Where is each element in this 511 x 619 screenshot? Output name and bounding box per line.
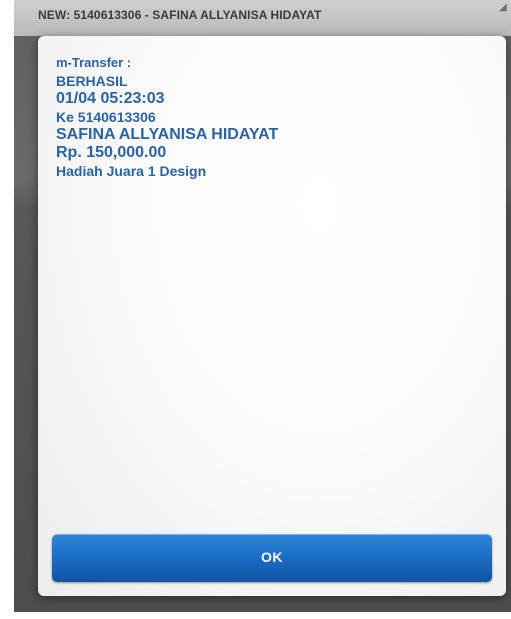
transfer-type-label: m-Transfer :: [56, 55, 132, 70]
transfer-note: Hadiah Juara 1 Design: [56, 163, 207, 179]
header-title: NEW: 5140613306 - SAFINA ALLYANISA HIDAY…: [38, 8, 322, 22]
transfer-datetime: 01/04 05:23:03: [56, 90, 165, 107]
alert-dialog: m-Transfer : BERHASIL 01/04 05:23:03 Ke …: [38, 36, 506, 596]
transfer-status: BERHASIL: [56, 73, 128, 89]
recipient-account: Ke 5140613306: [56, 109, 156, 125]
ok-button-label: OK: [261, 549, 283, 565]
corner-icon: ◢: [499, 2, 507, 13]
transfer-amount: Rp. 150,000.00: [56, 144, 167, 161]
recipient-name: SAFINA ALLYANISA HIDAYAT: [56, 126, 279, 143]
screen: NEW: 5140613306 - SAFINA ALLYANISA HIDAY…: [0, 0, 511, 619]
top-bar: NEW: 5140613306 - SAFINA ALLYANISA HIDAY…: [14, 0, 511, 36]
dialog-message: m-Transfer : BERHASIL 01/04 05:23:03 Ke …: [56, 54, 486, 180]
ok-button[interactable]: OK: [52, 534, 492, 582]
